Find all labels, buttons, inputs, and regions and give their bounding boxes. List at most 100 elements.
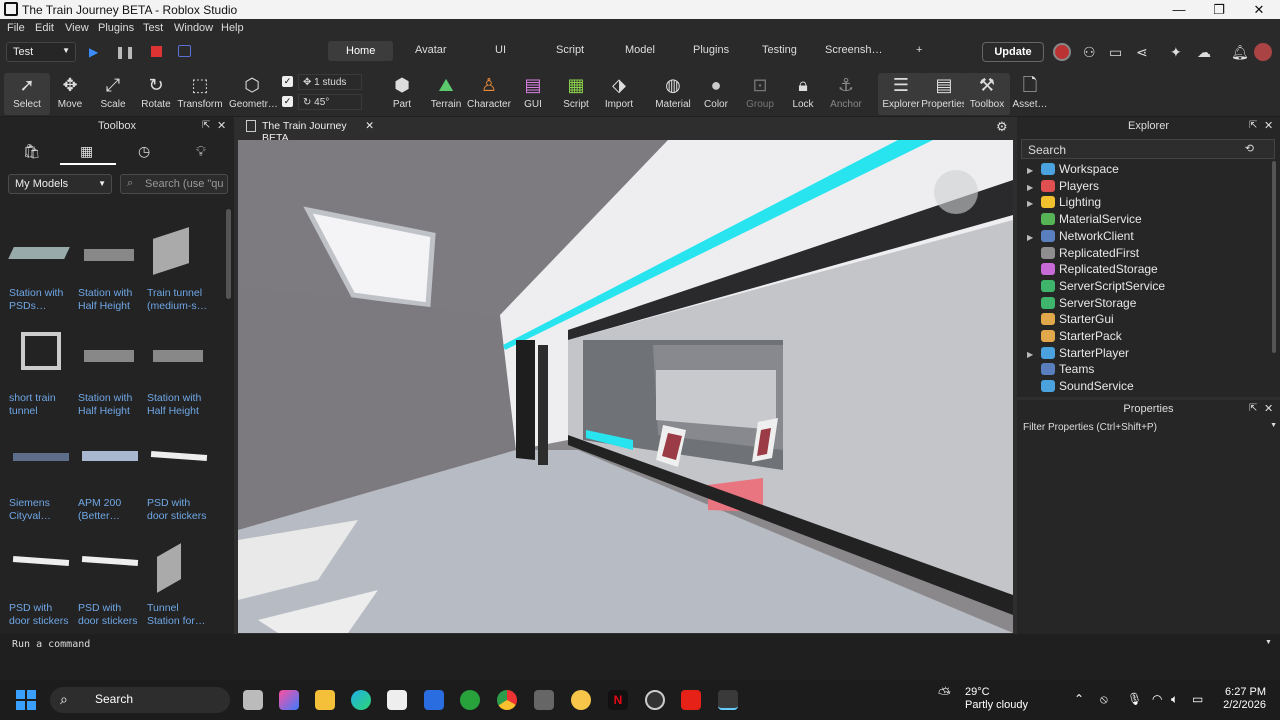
toolbox-button[interactable]: ⚒ Toolbox [964,73,1010,115]
explorer-button[interactable]: ☰ Explorer [878,73,924,115]
recent-clock-icon[interactable]: ◷ [138,143,150,160]
properties-button[interactable]: ▤ Properties [921,73,967,115]
document-tab[interactable]: The Train Journey BETA ✕ [238,117,378,144]
model-item[interactable]: PSD with door stickers [9,542,75,628]
tab-model[interactable]: Model [625,44,655,56]
close-tab-icon[interactable]: ✕ [365,120,374,132]
weather-widget[interactable]: ⛅︎ 29°C Partly cloudy [938,686,1028,712]
model-item[interactable]: APM 200 (Better… [78,437,144,523]
pop-out-icon[interactable]: ⇱ [202,120,210,131]
edge-icon[interactable] [351,690,371,710]
model-item[interactable]: Station with Half Height [78,227,144,313]
share-icon[interactable]: ⋖ [1136,44,1148,61]
menu-window[interactable]: Window [174,22,213,34]
explorer-item[interactable]: ReplicatedStorage [1027,261,1158,277]
close-panel-icon[interactable]: ✕ [1264,119,1273,132]
menu-edit[interactable]: Edit [35,22,54,34]
explorer-search-input[interactable]: Search⟲⋯ [1021,139,1275,159]
marketplace-bag-icon[interactable]: 🛍︎ [23,143,41,160]
test-context-dropdown[interactable]: Test ▼ [6,42,76,62]
model-item[interactable]: Train tunnel (medium-s… [147,227,213,313]
rotate-tool-button[interactable]: ↻ Rotate [133,73,179,110]
command-bar[interactable]: Run a command ▼ [0,634,1280,680]
model-item[interactable]: Siemens Cityval… [9,437,75,523]
part-button[interactable]: ⬢ Part [379,73,425,110]
gui-button[interactable]: ▤ GUI [510,73,556,110]
model-item[interactable]: short train tunnel [9,332,75,418]
category-dropdown[interactable]: My Models ▼ [8,174,112,194]
wifi-icon[interactable]: ◠ [1152,692,1162,706]
network-off-icon[interactable]: ⦸ [1100,692,1108,707]
vscode-icon[interactable] [424,690,444,710]
xbox-icon[interactable] [460,690,480,710]
menu-file[interactable]: File [7,22,25,34]
explorer-item[interactable]: Teams [1027,361,1094,377]
transform-tool-button[interactable]: ⬚ Transform [177,73,223,110]
creations-lightbulb-icon[interactable]: 💡︎ [196,143,206,160]
play-icon[interactable]: ▶ [89,45,98,59]
filter-properties-input[interactable]: Filter Properties (Ctrl+Shift+P) ▼ [1023,422,1277,433]
history-icon[interactable]: ⟲ [1245,142,1254,155]
color-button[interactable]: ● Color [693,73,739,110]
add-tab-button[interactable]: + [916,44,922,56]
rotate-snap-checkbox[interactable]: ✓ [282,96,293,107]
pop-out-icon[interactable]: ⇱ [1249,403,1257,414]
speaker-icon[interactable]: 🔈︎ [1171,692,1178,707]
file-explorer-icon[interactable] [315,690,335,710]
tab-avatar[interactable]: Avatar [415,44,447,56]
explorer-item[interactable]: StarterPack [1027,328,1122,344]
select-tool-button[interactable]: ➚ Select [4,73,50,115]
asset-manager-button[interactable]: 🗋︎ Asset… [1007,73,1053,110]
taskbar-search[interactable]: ⌕ Search [50,687,230,713]
netflix-icon[interactable]: N [608,690,628,710]
expand-arrow-icon[interactable]: ▶ [1027,230,1041,246]
battery-icon[interactable]: ▭ [1192,692,1203,706]
explorer-item[interactable]: ▶ Players [1027,178,1099,194]
explorer-item[interactable]: MaterialService [1027,211,1142,227]
chevron-up-icon[interactable]: ⌃ [1074,692,1084,706]
explorer-item[interactable]: SoundService [1027,378,1134,394]
model-item[interactable]: PSD with door stickers [78,542,144,628]
pop-out-icon[interactable]: ⇱ [1249,120,1257,131]
viewport-settings-gear-icon[interactable]: ⚙ [996,119,1008,135]
explorer-item[interactable]: ▶ StarterPlayer [1027,345,1129,361]
close-panel-icon[interactable]: ✕ [1264,402,1273,415]
menu-view[interactable]: View [65,22,89,34]
terrain-button[interactable]: ⛰ Terrain [423,73,469,110]
expand-arrow-icon[interactable]: ▶ [1027,180,1041,196]
scale-tool-button[interactable]: ⤢ Scale [90,73,136,110]
rotate-step-field[interactable]: ↻ 45° [298,94,362,110]
menu-help[interactable]: Help [221,22,244,34]
model-item[interactable]: Tunnel Station for… [147,542,213,628]
3d-viewport[interactable] [238,140,1013,633]
windows-start-icon[interactable] [16,690,36,710]
tab-testing[interactable]: Testing [762,44,797,56]
minimize-button[interactable]: — [1164,1,1194,18]
expand-arrow-icon[interactable]: ▶ [1027,347,1041,363]
stop-icon[interactable] [151,46,162,57]
tab-home[interactable]: Home [328,41,394,61]
toolbox-scrollbar[interactable] [226,209,231,299]
close-panel-icon[interactable]: ✕ [217,119,226,132]
microphone-icon[interactable]: 🎙︎ [1127,692,1142,706]
tab-plugins[interactable]: Plugins [693,44,729,56]
update-button[interactable]: Update [982,42,1044,62]
device-emulator-icon[interactable] [178,45,191,57]
move-tool-button[interactable]: ✥ Move [47,73,93,110]
avatar[interactable] [1053,43,1071,61]
model-item[interactable]: Station with Half Height [147,332,213,418]
notification-bell-icon[interactable]: 🔔︎ [1231,44,1249,61]
material-button[interactable]: ◍ Material [650,73,696,110]
explorer-item[interactable]: ServerStorage [1027,295,1136,311]
model-item[interactable]: Station with Half Height [78,332,144,418]
unity-icon[interactable] [534,690,554,710]
menu-test[interactable]: Test [143,22,163,34]
obs-icon[interactable] [645,690,665,710]
maximize-button[interactable]: ❐ [1204,1,1234,18]
roblox-studio-taskbar-icon[interactable] [718,690,738,710]
explorer-item[interactable]: ▶ Workspace [1027,161,1119,177]
add-friend-icon[interactable]: ⚇ [1083,44,1096,61]
command-input[interactable]: Run a command [12,639,90,650]
pause-icon[interactable]: ❚❚ [115,45,135,59]
toolbox-search-input[interactable]: ⌕ Search (use "qu [120,174,228,194]
